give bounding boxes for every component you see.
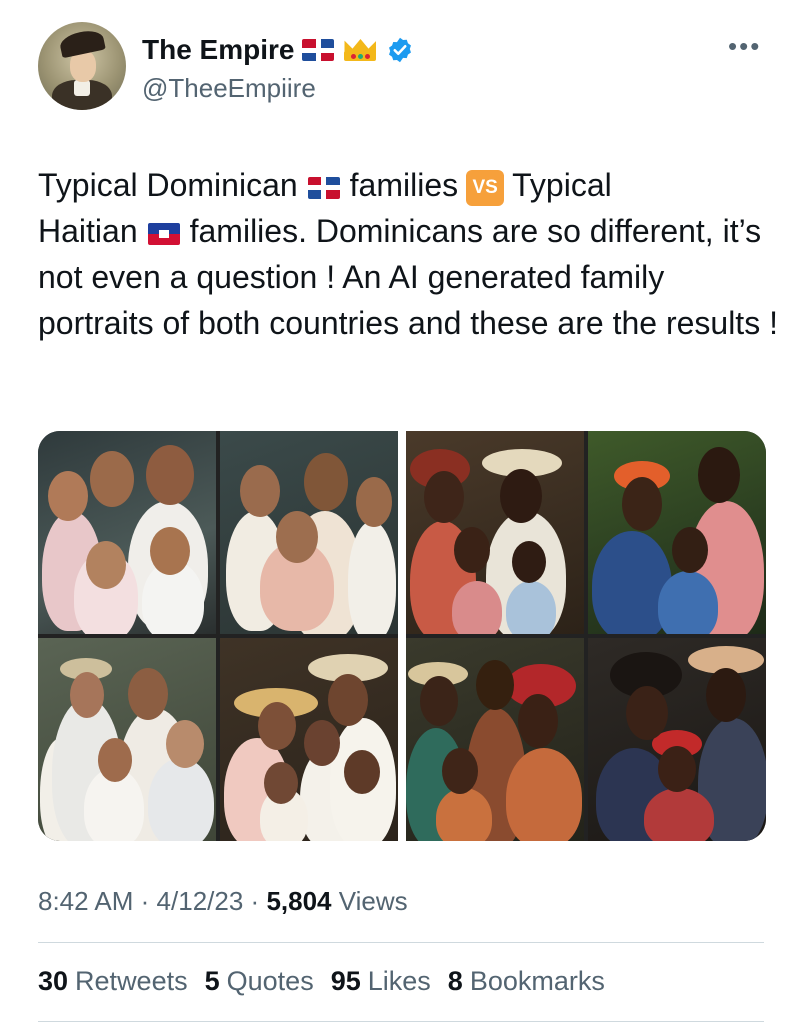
likes-stat[interactable]: 95 Likes — [331, 966, 431, 997]
tweet-text-segment: Typical — [512, 167, 612, 203]
avatar[interactable] — [38, 22, 126, 110]
author-handle[interactable]: @TheeEmpiire — [142, 73, 316, 104]
tweet-meta: 8:42 AM · 4/12/23 · 5,804 Views — [38, 886, 408, 917]
tweet-text-segment: families — [349, 167, 459, 203]
likes-label: Likes — [367, 966, 431, 996]
tweet-text-segment: Typical Dominican — [38, 167, 298, 203]
views-label: Views — [338, 886, 408, 916]
author-name-row[interactable]: The Empire — [142, 32, 414, 68]
tweet-media[interactable] — [38, 431, 766, 841]
dominican-family-portraits-collage[interactable] — [38, 431, 398, 841]
meta-separator: · — [250, 886, 260, 916]
engagement-stats: 30 Retweets 5 Quotes 95 Likes 8 Bookmarks — [38, 966, 605, 997]
tweet-date[interactable]: 4/12/23 — [157, 886, 244, 916]
haitian-flag-icon — [147, 222, 180, 245]
views-count: 5,804 — [266, 886, 332, 916]
quotes-label: Quotes — [226, 966, 314, 996]
dominican-flag-icon — [307, 176, 340, 199]
tweet-text-segment: Haitian — [38, 213, 138, 249]
tweet-time[interactable]: 8:42 AM — [38, 886, 133, 916]
quotes-count: 5 — [204, 966, 220, 996]
haitian-family-portraits-collage[interactable] — [406, 431, 766, 841]
bookmarks-label: Bookmarks — [469, 966, 605, 996]
likes-count: 95 — [330, 966, 361, 996]
divider — [38, 942, 764, 943]
vs-emoji-icon: VS — [466, 169, 505, 206]
meta-separator: · — [140, 886, 150, 916]
divider — [38, 1021, 764, 1022]
bookmarks-stat[interactable]: 8 Bookmarks — [448, 966, 605, 997]
retweets-label: Retweets — [75, 966, 188, 996]
crown-icon — [342, 37, 378, 63]
dominican-flag-icon — [302, 39, 335, 61]
more-options-icon[interactable]: ••• — [728, 33, 761, 59]
verified-icon[interactable] — [386, 36, 414, 64]
tweet-text: Typical Dominican families VS Typical Haiti… — [38, 162, 778, 346]
retweets-count: 30 — [38, 966, 69, 996]
display-name[interactable]: The Empire — [142, 34, 294, 66]
retweets-stat[interactable]: 30 Retweets — [38, 966, 188, 997]
quotes-stat[interactable]: 5 Quotes — [205, 966, 314, 997]
bookmarks-count: 8 — [447, 966, 463, 996]
